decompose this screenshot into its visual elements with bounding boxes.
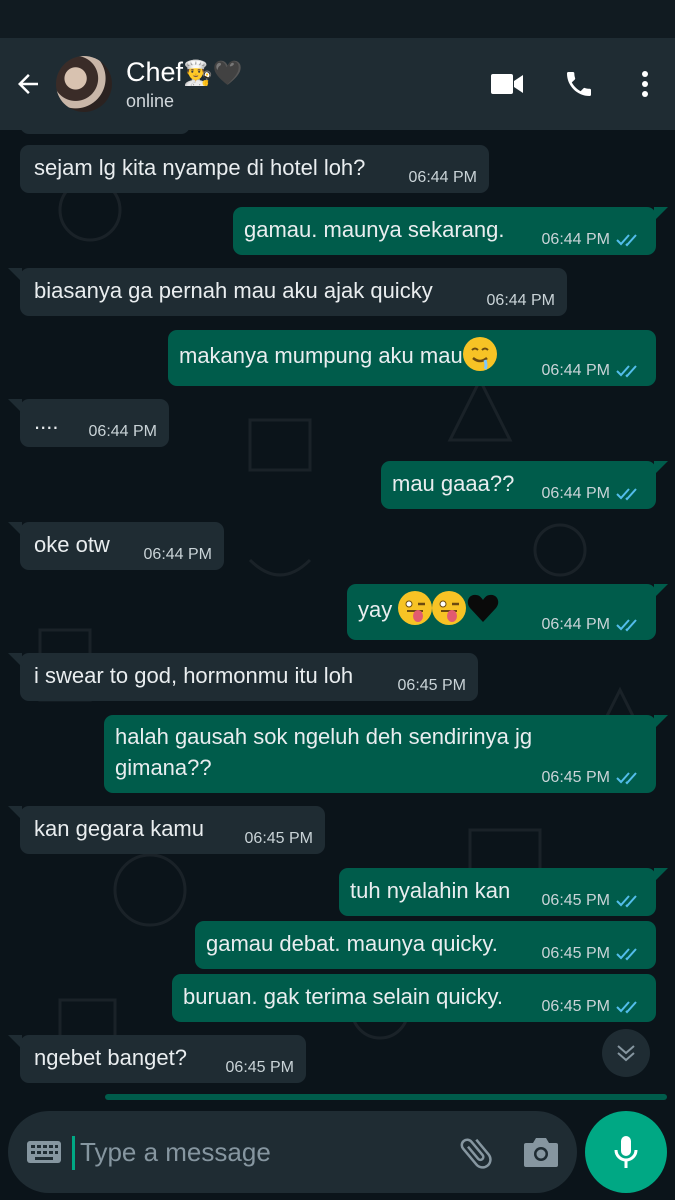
video-camera-icon: [491, 74, 523, 94]
chat-header: Chef👨‍🍳🖤 online: [0, 38, 675, 130]
message-outgoing[interactable]: mau gaaa?? 06:44 PM: [381, 461, 656, 509]
message-incoming-partial[interactable]: [20, 130, 190, 134]
message-time: 06:45 PM: [541, 892, 610, 909]
bubble-tail: [8, 522, 22, 536]
bubble-tail: [8, 399, 22, 413]
message-text: tuh nyalahin kan: [350, 878, 511, 903]
message-incoming[interactable]: .... 06:44 PM: [20, 399, 169, 447]
read-ticks-icon: [616, 772, 637, 785]
message-text: yay: [358, 591, 500, 626]
message-outgoing[interactable]: gamau debat. maunya quicky. 06:45 PM: [195, 921, 656, 969]
message-input-placeholder: Type a message: [80, 1137, 271, 1167]
message-time: 06:45 PM: [541, 769, 610, 786]
message-outgoing[interactable]: halah gausah sok ngeluh deh sendirinya j…: [104, 715, 656, 793]
read-ticks-icon: [616, 619, 637, 632]
voice-call-button[interactable]: [543, 38, 615, 130]
phone-icon: [567, 72, 591, 96]
message-outgoing[interactable]: tuh nyalahin kan 06:45 PM: [339, 868, 656, 916]
read-ticks-icon: [616, 895, 637, 908]
message-time: 06:45 PM: [541, 998, 610, 1015]
read-ticks-icon: [616, 365, 637, 378]
camera-icon[interactable]: [522, 1134, 560, 1170]
message-time: 06:45 PM: [244, 830, 313, 847]
message-time: 06:44 PM: [541, 362, 610, 379]
bubble-tail: [8, 268, 22, 282]
winking-tongue-emoji: [398, 591, 433, 626]
contact-info[interactable]: Chef👨‍🍳🖤 online: [126, 56, 471, 112]
message-text: buruan. gak terima selain quicky.: [183, 984, 503, 1009]
message-composer: Type a message: [0, 1100, 675, 1200]
message-time: 06:44 PM: [408, 169, 477, 186]
paperclip-icon[interactable]: [456, 1133, 496, 1173]
message-input-field[interactable]: Type a message: [8, 1111, 577, 1193]
message-outgoing[interactable]: yay 06:44 PM: [347, 584, 656, 640]
back-button[interactable]: [0, 38, 56, 130]
status-bar: [0, 0, 675, 38]
message-incoming[interactable]: oke otw 06:44 PM: [20, 522, 224, 570]
bubble-tail: [654, 584, 668, 598]
voice-message-button[interactable]: [585, 1111, 667, 1193]
message-outgoing[interactable]: buruan. gak terima selain quicky. 06:45 …: [172, 974, 656, 1022]
keyboard-icon[interactable]: [26, 1138, 62, 1166]
message-time: 06:44 PM: [143, 546, 212, 563]
message-text: biasanya ga pernah mau aku ajak quicky: [34, 278, 433, 303]
message-text: kan gegara kamu: [34, 816, 204, 841]
contact-status: online: [126, 91, 175, 111]
read-ticks-icon: [616, 234, 637, 247]
bubble-tail: [8, 653, 22, 667]
message-outgoing[interactable]: makanya mumpung aku mau 06:44 PM: [168, 330, 656, 386]
message-outgoing[interactable]: gamau. maunya sekarang. 06:44 PM: [233, 207, 656, 255]
message-time: 06:44 PM: [541, 616, 610, 633]
chevron-double-down-icon: [617, 1045, 635, 1062]
message-text: i swear to god, hormonmu itu loh: [34, 663, 354, 688]
contact-name: Chef👨‍🍳🖤: [126, 57, 243, 87]
message-text: ngebet banget?: [34, 1045, 187, 1070]
bubble-tail: [654, 207, 668, 221]
bubble-tail: [654, 868, 668, 882]
message-text: gamau debat. maunya quicky.: [206, 931, 498, 956]
message-incoming[interactable]: kan gegara kamu 06:45 PM: [20, 806, 325, 854]
contact-name-emojis: 👨‍🍳🖤: [183, 60, 243, 87]
video-call-button[interactable]: [471, 38, 543, 130]
message-text: mau gaaa??: [392, 471, 515, 496]
message-text: oke otw: [34, 532, 110, 557]
message-time: 06:45 PM: [397, 677, 466, 694]
message-incoming[interactable]: biasanya ga pernah mau aku ajak quicky 0…: [20, 268, 567, 316]
contact-avatar[interactable]: [56, 56, 112, 112]
more-vertical-icon: [642, 71, 648, 97]
microphone-icon: [614, 1136, 638, 1168]
bubble-tail: [8, 806, 22, 820]
black-heart-emoji: [466, 591, 500, 625]
winking-tongue-emoji: [432, 591, 467, 626]
read-ticks-icon: [616, 488, 637, 501]
message-time: 06:45 PM: [541, 945, 610, 962]
bubble-tail: [8, 1035, 22, 1049]
message-time: 06:44 PM: [541, 485, 610, 502]
read-ticks-icon: [616, 948, 637, 961]
read-ticks-icon: [616, 1001, 637, 1014]
text-cursor: [72, 1136, 75, 1170]
message-time: 06:44 PM: [88, 423, 157, 440]
message-time: 06:44 PM: [486, 292, 555, 309]
bubble-tail: [654, 715, 668, 729]
arrow-left-icon: [18, 74, 38, 94]
message-text: halah gausah sok ngeluh deh sendirinya j…: [115, 724, 533, 780]
scroll-to-bottom-button[interactable]: [602, 1029, 650, 1077]
message-incoming[interactable]: sejam lg kita nyampe di hotel loh? 06:44…: [20, 145, 489, 193]
bubble-tail: [654, 461, 668, 475]
drooling-face-emoji: [462, 337, 497, 372]
message-text: gamau. maunya sekarang.: [244, 217, 505, 242]
message-incoming[interactable]: i swear to god, hormonmu itu loh 06:45 P…: [20, 653, 478, 701]
chat-area[interactable]: sejam lg kita nyampe di hotel loh? 06:44…: [0, 130, 675, 1100]
message-incoming[interactable]: ngebet banget? 06:45 PM: [20, 1035, 306, 1083]
message-time: 06:44 PM: [541, 231, 610, 248]
more-options-button[interactable]: [615, 38, 675, 130]
message-text: sejam lg kita nyampe di hotel loh?: [34, 155, 366, 180]
message-time: 06:45 PM: [225, 1059, 294, 1076]
message-text: makanya mumpung aku mau: [179, 337, 497, 372]
message-text: ....: [34, 409, 59, 434]
